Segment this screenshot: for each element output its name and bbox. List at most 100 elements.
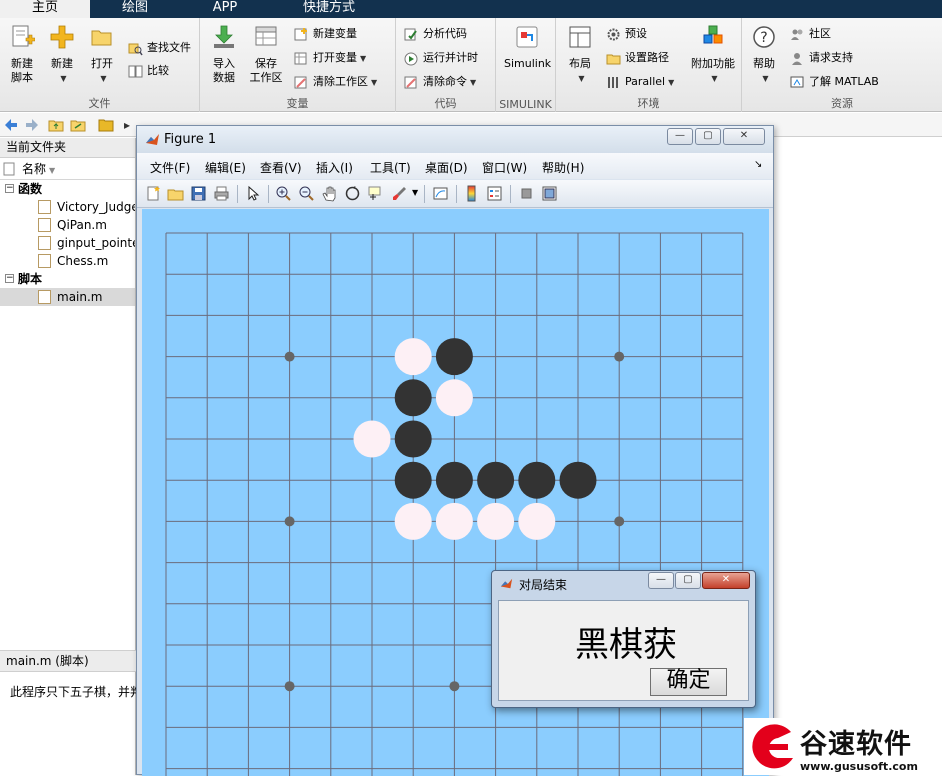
dialog-close-button[interactable]: ✕: [702, 572, 750, 589]
file-row-selected[interactable]: main.m: [0, 288, 135, 306]
run-and-time-button[interactable]: 运行并计时: [404, 48, 478, 68]
chevron-down-icon[interactable]: ▼: [60, 72, 66, 86]
minimize-button[interactable]: —: [667, 128, 693, 145]
close-button[interactable]: ✕: [723, 128, 765, 145]
tab-plots[interactable]: 绘图: [90, 0, 180, 18]
folder-open-icon: [91, 30, 112, 46]
open-button[interactable]: 打开 ▼: [82, 24, 122, 86]
help-button[interactable]: ? 帮助 ▼: [744, 24, 784, 86]
tab-apps[interactable]: APP: [180, 0, 270, 18]
dialog-maximize-button[interactable]: ▢: [675, 572, 701, 589]
tab-shortcuts[interactable]: 快捷方式: [270, 0, 388, 18]
chevron-down-icon[interactable]: ▼: [360, 49, 366, 69]
menu-edit[interactable]: 编辑(E): [205, 159, 246, 176]
import-data-icon: [214, 25, 234, 48]
ok-button[interactable]: 确定: [650, 668, 727, 696]
menu-help[interactable]: 帮助(H): [542, 159, 584, 176]
pointer-arrow-icon[interactable]: [245, 185, 262, 202]
chevron-down-icon[interactable]: ▼: [668, 73, 674, 93]
dock-arrow-icon[interactable]: ↘: [754, 159, 762, 170]
analyze-code-label: 分析代码: [423, 27, 467, 40]
dialog-title-bar[interactable]: 对局结束 — ▢ ✕: [492, 571, 755, 595]
clear-commands-button[interactable]: 清除命令 ▼: [404, 72, 476, 92]
colorbar-icon[interactable]: [463, 185, 480, 202]
file-row[interactable]: ginput_pointer: [0, 234, 135, 252]
set-path-button[interactable]: 设置路径: [606, 48, 669, 68]
show-plot-tools-icon[interactable]: [541, 185, 558, 202]
chevron-down-icon[interactable]: ▼: [762, 72, 768, 86]
hide-plot-tools-icon[interactable]: [518, 185, 535, 202]
watermark-logo-icon: [752, 724, 793, 769]
new-variable-icon: [294, 27, 307, 40]
chevron-down-icon[interactable]: ▼: [371, 73, 377, 93]
new-button[interactable]: 新建 ▼: [42, 24, 82, 86]
analyze-code-button[interactable]: 分析代码: [404, 24, 467, 44]
chevron-down-icon[interactable]: ▼: [711, 72, 717, 86]
new-variable-button[interactable]: 新建变量: [294, 24, 357, 44]
layout-label: 布局: [569, 57, 591, 70]
brush-icon[interactable]: [391, 185, 408, 202]
zoom-out-icon[interactable]: [298, 185, 315, 202]
link-plot-icon[interactable]: [432, 185, 449, 202]
clear-workspace-button[interactable]: 清除工作区 ▼: [294, 72, 377, 92]
maximize-button[interactable]: ▢: [695, 128, 721, 145]
menu-insert[interactable]: 插入(I): [316, 159, 353, 176]
addons-label: 附加功能: [691, 57, 735, 70]
save-icon[interactable]: [190, 185, 207, 202]
collapse-icon[interactable]: −: [5, 274, 14, 283]
addons-button[interactable]: 附加功能 ▼: [688, 24, 738, 86]
up-folder-icon[interactable]: [48, 117, 64, 133]
menu-tools[interactable]: 工具(T): [370, 159, 411, 176]
layout-button[interactable]: 布局 ▼: [560, 24, 600, 86]
chevron-down-icon[interactable]: ▼: [578, 72, 584, 86]
white-stone: [353, 420, 391, 458]
request-support-button[interactable]: 请求支持: [790, 48, 853, 68]
section-functions[interactable]: − 函数: [0, 180, 135, 198]
menu-window[interactable]: 窗口(W): [482, 159, 527, 176]
back-arrow-icon[interactable]: [3, 117, 19, 133]
find-files-button[interactable]: 查找文件: [128, 38, 191, 58]
menu-view[interactable]: 查看(V): [260, 159, 302, 176]
toolbar-separator: [510, 185, 511, 203]
simulink-button[interactable]: Simulink: [504, 24, 551, 71]
chevron-down-icon[interactable]: ▼: [412, 188, 418, 197]
menu-desktop[interactable]: 桌面(D): [425, 159, 468, 176]
open-variable-button[interactable]: 打开变量 ▼: [294, 48, 366, 68]
new-script-button[interactable]: 新建 脚本: [2, 24, 42, 85]
learn-matlab-button[interactable]: 了解 MATLAB: [790, 72, 879, 92]
dialog-minimize-button[interactable]: —: [648, 572, 674, 589]
preferences-button[interactable]: 预设: [606, 24, 647, 44]
file-column-icon: [3, 162, 15, 176]
code-group-label: 代码: [434, 97, 457, 110]
open-file-icon[interactable]: [167, 185, 184, 202]
section-scripts[interactable]: − 脚本: [0, 270, 135, 288]
parallel-button[interactable]: Parallel ▼: [606, 72, 674, 92]
file-row[interactable]: Victory_Judge: [0, 198, 135, 216]
chevron-down-icon[interactable]: ▼: [470, 73, 476, 93]
menu-file[interactable]: 文件(F): [150, 159, 190, 176]
browse-folder-icon[interactable]: [70, 117, 86, 133]
file-row[interactable]: QiPan.m: [0, 216, 135, 234]
rotate-3d-icon[interactable]: [344, 185, 361, 202]
sort-chevron-icon[interactable]: ▼: [49, 160, 55, 182]
new-figure-icon[interactable]: [145, 185, 162, 202]
legend-icon[interactable]: [486, 185, 503, 202]
help-icon: ?: [753, 26, 775, 48]
import-data-button[interactable]: 导入 数据: [204, 24, 244, 85]
chevron-down-icon[interactable]: ▼: [100, 72, 106, 86]
compare-button[interactable]: 比较: [128, 61, 169, 81]
save-workspace-button[interactable]: 保存 工作区: [246, 24, 286, 85]
data-cursor-icon[interactable]: [367, 185, 384, 202]
file-row[interactable]: Chess.m: [0, 252, 135, 270]
forward-arrow-icon[interactable]: [24, 117, 40, 133]
pan-hand-icon[interactable]: [321, 185, 338, 202]
collapse-icon[interactable]: −: [5, 184, 14, 193]
star-point: [284, 516, 295, 527]
community-button[interactable]: 社区: [790, 24, 831, 44]
zoom-in-icon[interactable]: [275, 185, 292, 202]
name-column-header[interactable]: 名称 ▼: [0, 158, 135, 180]
figure-title-bar[interactable]: Figure 1 — ▢ ✕: [137, 126, 773, 153]
print-icon[interactable]: [213, 185, 230, 202]
game-over-dialog: 对局结束 — ▢ ✕ 黑棋获 确定: [491, 570, 756, 708]
tab-home[interactable]: 主页: [0, 0, 90, 18]
